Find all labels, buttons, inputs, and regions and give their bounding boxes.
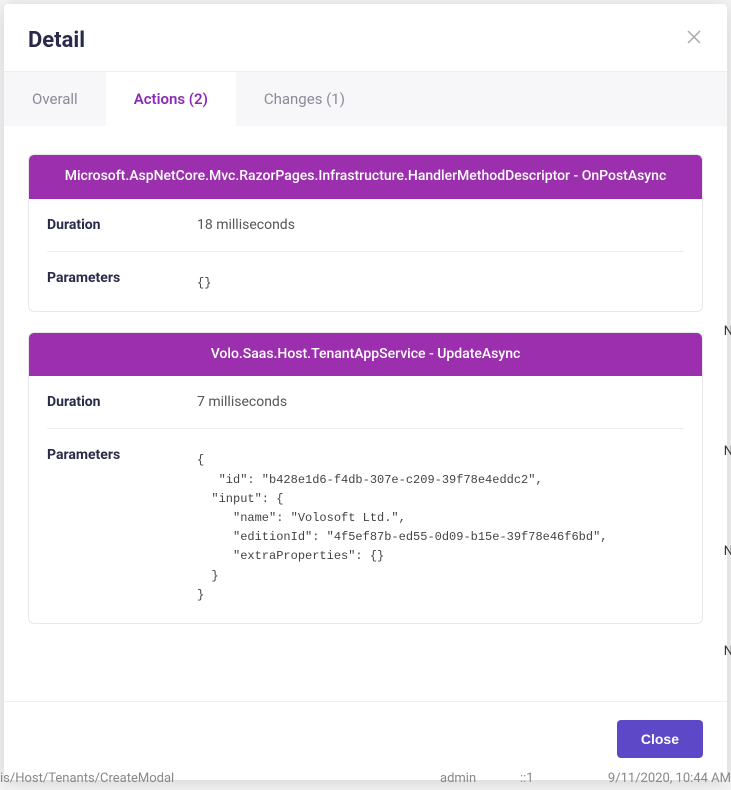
tab-count: (2) bbox=[189, 90, 208, 108]
modal-title: Detail bbox=[28, 28, 85, 53]
modal-header: Detail bbox=[4, 4, 727, 71]
detail-modal: Detail Overall Actions (2) Changes (1) M… bbox=[4, 4, 727, 780]
duration-label: Duration bbox=[47, 394, 197, 410]
tab-content: Microsoft.AspNetCore.Mvc.RazorPages.Infr… bbox=[4, 126, 727, 701]
tab-label: Actions bbox=[134, 90, 185, 108]
bg-side-n-3: N bbox=[724, 544, 731, 559]
duration-value: 7 milliseconds bbox=[197, 394, 684, 410]
tab-overall[interactable]: Overall bbox=[4, 72, 106, 126]
action-card: Microsoft.AspNetCore.Mvc.RazorPages.Infr… bbox=[28, 154, 703, 312]
row-parameters: Parameters {} bbox=[47, 252, 684, 311]
tab-label: Changes bbox=[264, 90, 323, 108]
bg-side-n-2: N bbox=[724, 444, 731, 459]
tab-label: Overall bbox=[32, 90, 78, 108]
action-body: Duration 18 milliseconds Parameters {} bbox=[29, 199, 702, 311]
action-title: Microsoft.AspNetCore.Mvc.RazorPages.Infr… bbox=[29, 155, 702, 199]
bg-path: is/Host/Tenants/CreateModal bbox=[0, 771, 174, 786]
bg-side-n-4: N bbox=[724, 644, 731, 659]
tab-count: (1) bbox=[326, 90, 345, 108]
close-icon[interactable] bbox=[685, 28, 703, 50]
close-button[interactable]: Close bbox=[617, 720, 703, 758]
row-duration: Duration 7 milliseconds bbox=[47, 376, 684, 429]
parameters-label: Parameters bbox=[47, 270, 197, 286]
bg-spacer: ::1 bbox=[520, 771, 534, 786]
parameters-label: Parameters bbox=[47, 447, 197, 463]
row-parameters: Parameters { "id": "b428e1d6-f4db-307e-c… bbox=[47, 429, 684, 623]
bg-user: admin bbox=[440, 771, 476, 786]
tabs: Overall Actions (2) Changes (1) bbox=[4, 71, 727, 126]
tab-changes[interactable]: Changes (1) bbox=[236, 72, 373, 126]
action-title: Volo.Saas.Host.TenantAppService - Update… bbox=[29, 333, 702, 377]
parameters-value: { "id": "b428e1d6-f4db-307e-c209-39f78e4… bbox=[197, 447, 684, 605]
action-body: Duration 7 milliseconds Parameters { "id… bbox=[29, 376, 702, 623]
action-card: Volo.Saas.Host.TenantAppService - Update… bbox=[28, 332, 703, 624]
bg-datetime: 9/11/2020, 10:44 AM bbox=[608, 771, 731, 786]
modal-footer: Close bbox=[4, 701, 727, 780]
duration-value: 18 milliseconds bbox=[197, 217, 684, 233]
duration-label: Duration bbox=[47, 217, 197, 233]
bg-side-n-1: N bbox=[724, 324, 731, 339]
tab-actions[interactable]: Actions (2) bbox=[106, 72, 236, 126]
row-duration: Duration 18 milliseconds bbox=[47, 199, 684, 252]
parameters-value: {} bbox=[197, 270, 684, 293]
